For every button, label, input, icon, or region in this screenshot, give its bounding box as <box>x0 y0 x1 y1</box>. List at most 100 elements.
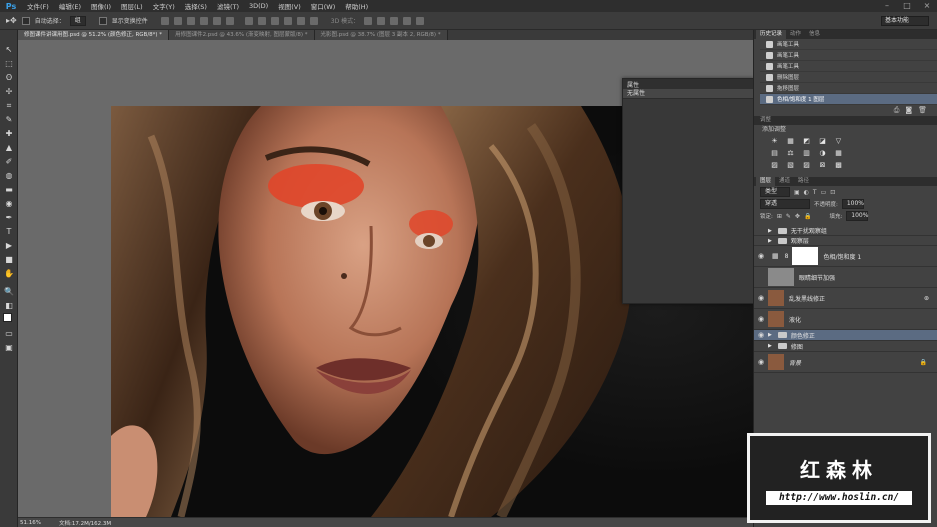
lock-all-icon[interactable]: 🔒 <box>804 213 811 220</box>
layer-row[interactable]: ◉ ▦ 8 色相/饱和度 1 <box>754 246 937 267</box>
tab-layers[interactable]: 图层 <box>756 177 776 186</box>
layer-row[interactable]: 眼睛细节加强 <box>754 267 937 288</box>
history-item[interactable]: 画笔工具 <box>760 61 937 72</box>
menu-layer[interactable]: 图层(L) <box>116 1 148 11</box>
show-transform-checkbox[interactable] <box>98 16 107 25</box>
opacity-input[interactable]: 100% <box>841 199 864 209</box>
layer-row[interactable]: ◉ 液化 <box>754 309 937 330</box>
menu-filter[interactable]: 滤镜(T) <box>212 1 244 11</box>
menu-select[interactable]: 选择(S) <box>180 1 212 11</box>
minimize-button[interactable]: – <box>877 0 897 12</box>
align-vcenter-icon[interactable] <box>173 16 182 25</box>
threshold-icon[interactable]: ▨ <box>802 161 811 169</box>
eye-icon[interactable]: ◉ <box>754 331 768 339</box>
layer-row[interactable]: ◉ 背景 🔒 <box>754 352 937 373</box>
auto-select-checkbox[interactable] <box>21 16 30 25</box>
workspace-dropdown[interactable]: 基本功能 <box>881 16 929 26</box>
menu-type[interactable]: 文字(Y) <box>148 1 180 11</box>
history-item[interactable]: 拖移图层 <box>760 83 937 94</box>
maximize-button[interactable]: □ <box>897 0 917 12</box>
lock-transparent-icon[interactable]: ⊞ <box>777 213 782 220</box>
type-tool-icon[interactable]: ▶ <box>3 240 15 251</box>
history-item[interactable]: 画笔工具 <box>760 39 937 50</box>
auto-select-dropdown[interactable]: 组 <box>69 15 86 26</box>
eye-icon[interactable]: ◉ <box>754 358 768 366</box>
crop-tool-icon[interactable]: ⌗ <box>3 100 15 111</box>
camera-icon[interactable]: ◙ <box>905 106 912 114</box>
distribute-left-icon[interactable] <box>283 16 292 25</box>
menu-3d[interactable]: 3D(D) <box>244 2 273 10</box>
align-left-icon[interactable] <box>199 16 208 25</box>
posterize-icon[interactable]: ▧ <box>786 161 795 169</box>
lasso-tool-icon[interactable]: ʘ <box>3 72 15 83</box>
eye-icon[interactable]: ◉ <box>754 294 768 302</box>
blur-tool-icon[interactable]: ✒ <box>3 212 15 223</box>
screen-mode-icon[interactable]: ▣ <box>3 342 15 353</box>
photo-filter-icon[interactable]: ◑ <box>818 149 827 157</box>
foreground-color-swatch[interactable] <box>3 313 12 322</box>
distribute-top-icon[interactable] <box>244 16 253 25</box>
new-snapshot-icon[interactable]: ⎙ <box>894 106 900 115</box>
tab-doc-2[interactable]: 用修图课件2.psd @ 43.6% (渐变映射, 图层蒙版/8) * <box>169 30 315 40</box>
fill-input[interactable]: 100% <box>846 211 868 221</box>
tab-actions[interactable]: 动作 <box>786 30 805 39</box>
lock-position-icon[interactable]: ✥ <box>795 213 800 220</box>
marquee-tool-icon[interactable]: ⬚ <box>3 58 15 69</box>
eyedropper-tool-icon[interactable]: ✎ <box>3 114 15 125</box>
layer-thumbnail[interactable] <box>768 354 784 370</box>
layer-row[interactable]: ◉ 乱发黑线修正 ⊛ <box>754 288 937 309</box>
eye-icon[interactable]: ◉ <box>754 315 768 323</box>
move-tool-icon[interactable]: ▸✥ <box>6 16 17 25</box>
filter-smart-icon[interactable]: ⊡ <box>830 189 835 196</box>
3d-pan-icon[interactable] <box>390 16 399 25</box>
tab-info[interactable]: 信息 <box>805 30 824 39</box>
layer-row[interactable]: ▶ 修图 <box>754 341 937 352</box>
layer-row[interactable]: ▶ 观察层 <box>754 236 937 246</box>
history-item[interactable]: 删除图层 <box>760 72 937 83</box>
brightness-icon[interactable]: ☀ <box>770 137 779 145</box>
menu-help[interactable]: 帮助(H) <box>340 1 373 11</box>
tab-doc-3[interactable]: 光影图.psd @ 38.7% (图层 3 副本 2, RGB/8) * <box>314 30 448 40</box>
align-top-icon[interactable] <box>160 16 169 25</box>
distribute-hcenter-icon[interactable] <box>296 16 305 25</box>
distribute-bottom-icon[interactable] <box>270 16 279 25</box>
healing-tool-icon[interactable]: ✚ <box>3 128 15 139</box>
black-white-icon[interactable]: ▥ <box>802 149 811 157</box>
tab-doc-1[interactable]: 修图课件讲课用图.psd @ 51.2% (颜色修正, RGB/8*) * <box>18 30 170 40</box>
tab-channels[interactable]: 通道 <box>775 177 794 186</box>
clone-stamp-tool-icon[interactable]: ✐ <box>3 156 15 167</box>
tab-adjustments[interactable]: 调整 <box>756 116 775 125</box>
filter-shape-icon[interactable]: ▭ <box>821 189 827 196</box>
history-brush-tool-icon[interactable]: ◍ <box>3 170 15 181</box>
curves-icon[interactable]: ◩ <box>802 137 811 145</box>
properties-panel-title[interactable]: 属性 <box>623 79 753 89</box>
tab-history[interactable]: 历史记录 <box>756 30 787 39</box>
layer-row-selected[interactable]: ◉ ▶ 颜色修正 <box>754 330 937 341</box>
layer-kind-filter[interactable]: 类型 <box>760 187 790 197</box>
hue-saturation-icon[interactable]: ▤ <box>770 149 779 157</box>
menu-edit[interactable]: 编辑(E) <box>54 1 86 11</box>
eye-icon[interactable]: ◉ <box>754 252 768 260</box>
shape-tool-icon[interactable]: ✋ <box>3 268 15 279</box>
quick-mask-icon[interactable]: ▭ <box>3 328 15 339</box>
lock-pixels-icon[interactable]: ✎ <box>786 213 791 220</box>
history-item[interactable]: 画笔工具 <box>760 50 937 61</box>
filter-pixel-icon[interactable]: ▣ <box>794 189 800 196</box>
mask-thumbnail[interactable] <box>792 247 819 265</box>
brush-tool-icon[interactable]: ▲ <box>3 142 15 153</box>
layer-thumbnail[interactable] <box>768 311 784 327</box>
menu-file[interactable]: 文件(F) <box>22 1 54 11</box>
close-button[interactable]: × <box>917 0 937 12</box>
eraser-tool-icon[interactable]: ▬ <box>3 184 15 195</box>
align-hcenter-icon[interactable] <box>212 16 221 25</box>
path-select-tool-icon[interactable]: ■ <box>3 254 15 265</box>
filter-type-icon[interactable]: T <box>813 189 817 196</box>
distribute-right-icon[interactable] <box>309 16 318 25</box>
menu-window[interactable]: 窗口(W) <box>306 1 341 11</box>
layer-thumbnail[interactable] <box>768 268 794 286</box>
layer-row[interactable]: ▶ 无干扰观察组 <box>754 226 937 236</box>
3d-slide-icon[interactable] <box>403 16 412 25</box>
3d-roll-icon[interactable] <box>377 16 386 25</box>
invert-icon[interactable]: ▨ <box>770 161 779 169</box>
selective-color-icon[interactable]: ▩ <box>834 161 843 169</box>
